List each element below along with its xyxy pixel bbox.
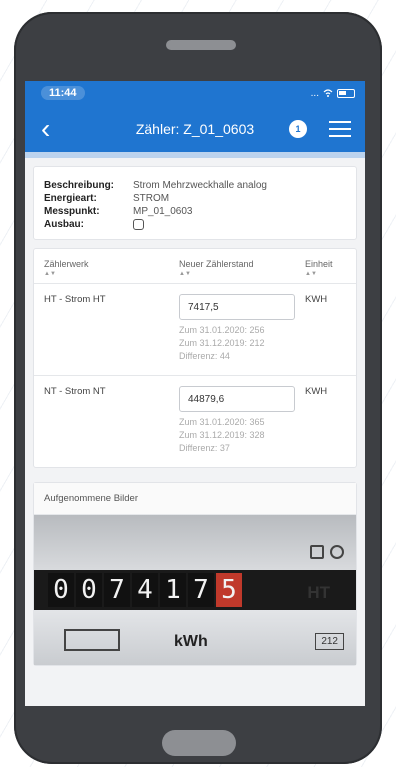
- info-row-measuring-point: Messpunkt: MP_01_0603: [44, 205, 346, 218]
- meter-digit: 0: [48, 573, 74, 607]
- meter-digit: 7: [104, 573, 130, 607]
- reading-cell: 44879,6 Zum 31.01.2020: 365 Zum 31.12.20…: [179, 386, 305, 455]
- photos-title: Aufgenommene Bilder: [34, 483, 356, 515]
- previous-reading-1: Zum 31.01.2020: 256: [179, 325, 265, 335]
- meter-digit: 1: [160, 573, 186, 607]
- column-label: Einheit: [305, 259, 333, 269]
- column-label: Neuer Zählerstand: [179, 259, 254, 269]
- meter-info-card: Beschreibung: Strom Mehrzweckhalle analo…: [33, 166, 357, 240]
- info-label: Energieart:: [44, 193, 97, 204]
- previous-reading-2: Zum 31.12.2019: 328: [179, 430, 265, 440]
- unit-cell: KWH: [305, 386, 328, 397]
- info-label: Ausbau:: [44, 219, 84, 230]
- info-value: Strom Mehrzweckhalle analog: [133, 180, 267, 191]
- home-button[interactable]: [162, 730, 236, 756]
- difference: Differenz: 37: [179, 443, 230, 453]
- column-header-unit[interactable]: Einheit ▲▼: [305, 259, 346, 277]
- menu-icon[interactable]: [329, 120, 351, 137]
- unit-cell: KWH: [305, 294, 328, 305]
- info-value: STROM: [133, 193, 170, 204]
- app-header: ‹ Zähler: Z_01_0603 1: [25, 105, 365, 158]
- column-header-new-reading[interactable]: Neuer Zählerstand ▲▼: [179, 259, 305, 277]
- info-row-description: Beschreibung: Strom Mehrzweckhalle analo…: [44, 179, 346, 192]
- previous-reading-1: Zum 31.01.2020: 365: [179, 417, 265, 427]
- table-header: Zählerwerk ▲▼ Neuer Zählerstand ▲▼ Einhe…: [34, 249, 356, 284]
- column-label: Zählerwerk: [44, 259, 89, 269]
- reading-input[interactable]: 7417,5: [179, 294, 295, 320]
- app-screen: 11:44 ... ‹ Zähler: Z_01_0603 1 Beschrei…: [25, 81, 365, 706]
- speaker-grille: [166, 40, 236, 50]
- meter-digit-decimal: 5: [216, 573, 242, 607]
- meter-housing: [34, 515, 356, 570]
- difference: Differenz: 44: [179, 351, 230, 361]
- info-label: Beschreibung:: [44, 180, 115, 191]
- back-icon[interactable]: ‹: [41, 114, 71, 143]
- previous-reading-2: Zum 31.12.2019: 212: [179, 338, 265, 348]
- meter-icons: [310, 545, 344, 559]
- sort-icon: ▲▼: [44, 271, 56, 277]
- meter-digit: 4: [132, 573, 158, 607]
- reading-cell: 7417,5 Zum 31.01.2020: 256 Zum 31.12.201…: [179, 294, 305, 363]
- info-label: Messpunkt:: [44, 206, 100, 217]
- info-row-removal: Ausbau:: [44, 218, 346, 231]
- meter-digit: 0: [76, 573, 102, 607]
- reading-input[interactable]: 44879,6: [179, 386, 295, 412]
- register-name: NT - Strom NT: [44, 386, 106, 397]
- register-name: HT - Strom HT: [44, 294, 106, 305]
- wifi-icon: [323, 89, 333, 97]
- table-row: HT - Strom HT 7417,5 Zum 31.01.2020: 256…: [34, 284, 356, 376]
- meter-digit: 7: [188, 573, 214, 607]
- meter-unit-label: kWh: [174, 633, 208, 650]
- readings-table: Zählerwerk ▲▼ Neuer Zählerstand ▲▼ Einhe…: [33, 248, 357, 468]
- meter-number: 212: [315, 633, 344, 650]
- sort-icon: ▲▼: [179, 271, 191, 277]
- ausbau-checkbox[interactable]: [133, 219, 144, 230]
- status-time: 11:44: [41, 86, 85, 100]
- info-row-energy-type: Energieart: STROM: [44, 192, 346, 205]
- meter-brand-logo: [64, 629, 120, 651]
- page-title: Zähler: Z_01_0603: [135, 120, 255, 137]
- table-row: NT - Strom NT 44879,6 Zum 31.01.2020: 36…: [34, 376, 356, 467]
- meter-tariff-label: HT: [307, 583, 330, 602]
- status-icons: ...: [311, 88, 355, 99]
- column-header-register[interactable]: Zählerwerk ▲▼: [44, 259, 179, 277]
- info-value: MP_01_0603: [133, 206, 193, 217]
- notification-badge[interactable]: 1: [289, 119, 307, 138]
- sort-icon: ▲▼: [305, 271, 317, 277]
- status-bar: 11:44 ...: [25, 81, 365, 105]
- meter-photo[interactable]: 0 0 7 4 1 7 5 HT kWh 212: [34, 515, 356, 665]
- battery-icon: [337, 88, 355, 98]
- photos-card: Aufgenommene Bilder 0 0 7 4 1 7 5 HT kWh…: [33, 482, 357, 666]
- signal-icon: ...: [310, 87, 319, 99]
